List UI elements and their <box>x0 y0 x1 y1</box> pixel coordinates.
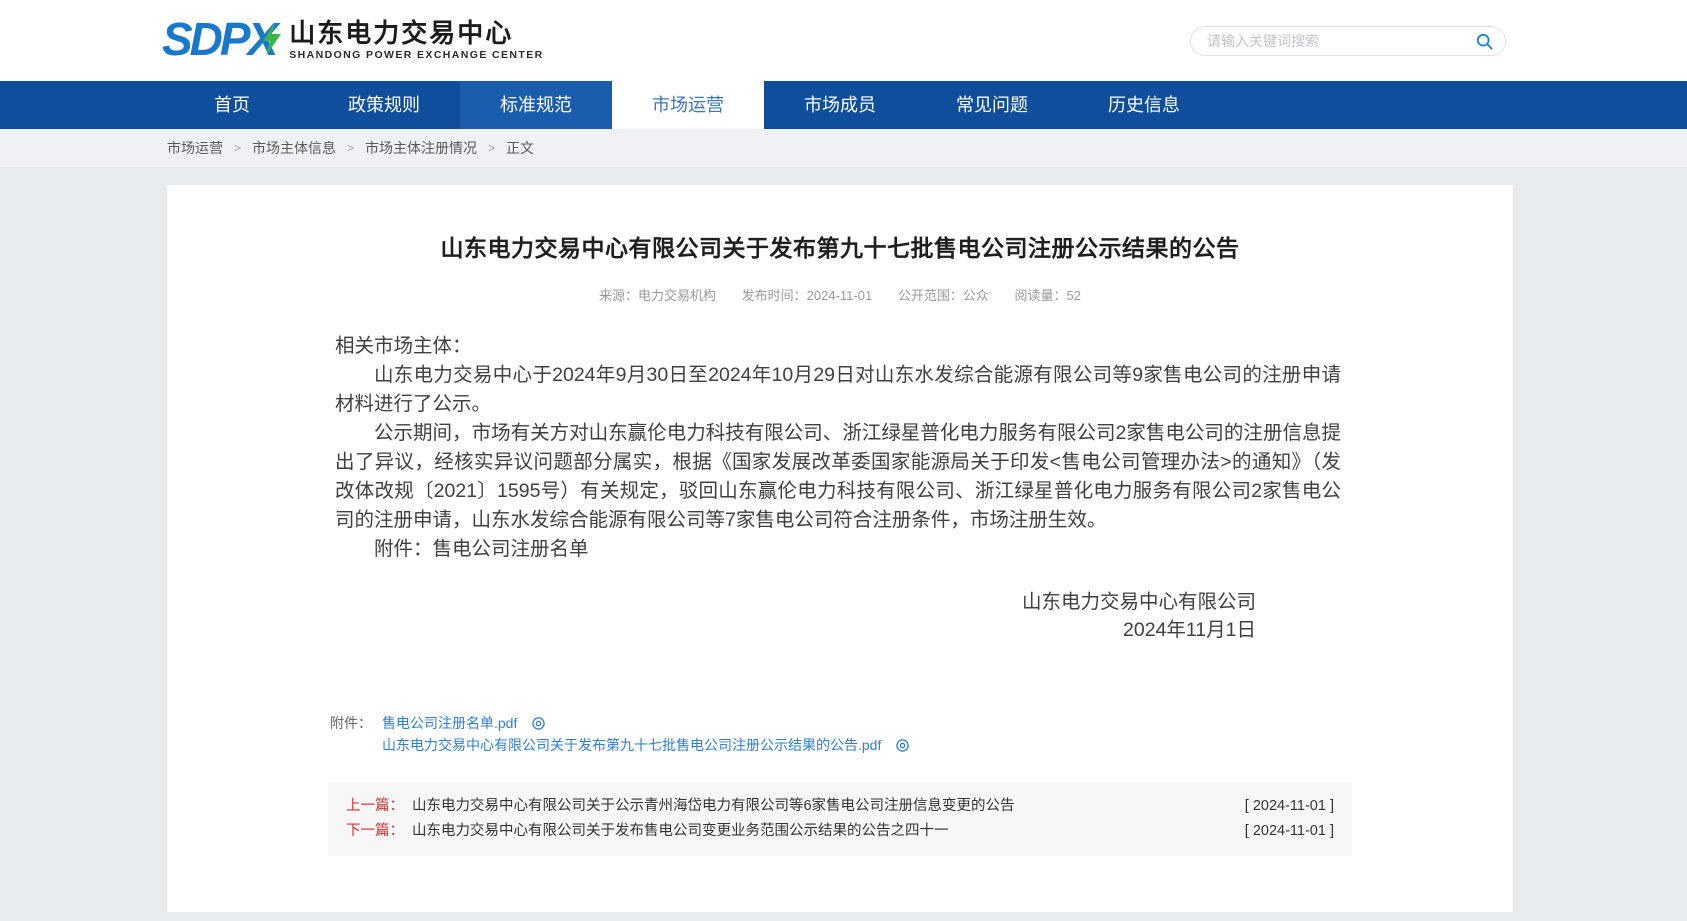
logo-name-en: SHANDONG POWER EXCHANGE CENTER <box>289 48 543 62</box>
breadcrumb-registration-status[interactable]: 市场主体注册情况 <box>365 138 477 158</box>
main-nav: 首页 政策规则 标准规范 市场运营 市场成员 常见问题 历史信息 <box>0 81 1687 129</box>
article-body: 相关市场主体： 山东电力交易中心于2024年9月30日至2024年10月29日对… <box>335 332 1341 564</box>
article-meta: 来源：电力交易机构 发布时间：2024-11-01 公开范围：公众 阅读量：52 <box>167 285 1513 304</box>
meta-publish-time: 发布时间：2024-11-01 <box>742 288 873 303</box>
nav-item-market-operation[interactable]: 市场运营 <box>612 81 764 129</box>
signature-company: 山东电力交易中心有限公司 <box>335 588 1341 616</box>
nav-item-faq[interactable]: 常见问题 <box>916 81 1068 129</box>
article-card: 山东电力交易中心有限公司关于发布第九十七批售电公司注册公示结果的公告 来源：电力… <box>167 185 1513 912</box>
paragraph: 公示期间，市场有关方对山东赢伦电力科技有限公司、浙江绿星普化电力服务有限公司2家… <box>335 419 1341 535</box>
breadcrumb: 市场运营 > 市场主体信息 > 市场主体注册情况 > 正文 <box>0 129 1687 167</box>
breadcrumb-separator: > <box>488 141 495 155</box>
pager-prev-date: [ 2024-11-01 ] <box>1245 794 1334 819</box>
breadcrumb-separator: > <box>347 141 354 155</box>
pager-prev-row: 上一篇： 山东电力交易中心有限公司关于公示青州海岱电力有限公司等6家售电公司注册… <box>346 794 1334 819</box>
attachment-row: 售电公司注册名单.pdf <box>382 712 910 734</box>
attachments-label: 附件： <box>330 712 372 756</box>
search-button[interactable] <box>1472 33 1505 50</box>
paragraph-attachment-note: 附件：售电公司注册名单 <box>335 535 1341 564</box>
breadcrumb-market-subject-info[interactable]: 市场主体信息 <box>252 138 336 158</box>
nav-item-policy-rules[interactable]: 政策规则 <box>308 81 460 129</box>
nav-item-history[interactable]: 历史信息 <box>1068 81 1220 129</box>
meta-read-count: 阅读量：52 <box>1014 288 1080 303</box>
nav-item-home[interactable]: 首页 <box>156 81 308 129</box>
search-input[interactable] <box>1191 33 1472 49</box>
lightning-bolt-icon <box>261 22 283 56</box>
pager-prev-link[interactable]: 山东电力交易中心有限公司关于公示青州海岱电力有限公司等6家售电公司注册信息变更的… <box>412 794 1015 819</box>
attachments-section: 附件： 售电公司注册名单.pdf 山东电力交易中心有限公司关于发布第九十七批售电… <box>330 712 1341 756</box>
breadcrumb-separator: > <box>234 141 241 155</box>
paragraph: 相关市场主体： <box>335 332 1341 361</box>
paragraph: 山东电力交易中心于2024年9月30日至2024年10月29日对山东水发综合能源… <box>335 361 1341 419</box>
prev-next-pager: 上一篇： 山东电力交易中心有限公司关于公示青州海岱电力有限公司等6家售电公司注册… <box>328 782 1352 856</box>
pager-next-date: [ 2024-11-01 ] <box>1245 819 1334 844</box>
attachment-link-register-list-pdf[interactable]: 售电公司注册名单.pdf <box>382 712 517 734</box>
pager-prev-label: 上一篇： <box>346 794 404 819</box>
breadcrumb-market-operation[interactable]: 市场运营 <box>167 138 223 158</box>
logo-name-cn: 山东电力交易中心 <box>289 18 543 48</box>
preview-eye-icon[interactable] <box>531 717 546 730</box>
search-box <box>1190 26 1506 56</box>
nav-item-market-members[interactable]: 市场成员 <box>764 81 916 129</box>
attachment-link-announcement-pdf[interactable]: 山东电力交易中心有限公司关于发布第九十七批售电公司注册公示结果的公告.pdf <box>382 734 881 756</box>
pager-next-label: 下一篇： <box>346 819 404 844</box>
nav-item-standards[interactable]: 标准规范 <box>460 81 612 129</box>
meta-scope: 公开范围：公众 <box>898 288 989 303</box>
preview-eye-icon[interactable] <box>895 739 910 752</box>
pager-next-link[interactable]: 山东电力交易中心有限公司关于发布售电公司变更业务范围公示结果的公告之四十一 <box>412 819 949 844</box>
meta-source: 来源：电力交易机构 <box>599 288 716 303</box>
attachment-row: 山东电力交易中心有限公司关于发布第九十七批售电公司注册公示结果的公告.pdf <box>382 734 910 756</box>
breadcrumb-current-page: 正文 <box>506 138 534 158</box>
article-title: 山东电力交易中心有限公司关于发布第九十七批售电公司注册公示结果的公告 <box>167 229 1513 263</box>
page-body: 山东电力交易中心有限公司关于发布第九十七批售电公司注册公示结果的公告 来源：电力… <box>0 167 1687 921</box>
pager-next-row: 下一篇： 山东电力交易中心有限公司关于发布售电公司变更业务范围公示结果的公告之四… <box>346 819 1334 844</box>
site-logo[interactable]: SDPX 山东电力交易中心 SHANDONG POWER EXCHANGE CE… <box>162 14 544 64</box>
article-signature: 山东电力交易中心有限公司 2024年11月1日 <box>335 588 1341 644</box>
logo-acronym: SDPX <box>162 14 275 64</box>
logo-text: 山东电力交易中心 SHANDONG POWER EXCHANGE CENTER <box>289 16 543 62</box>
site-header: SDPX 山东电力交易中心 SHANDONG POWER EXCHANGE CE… <box>0 0 1687 81</box>
signature-date: 2024年11月1日 <box>335 616 1341 644</box>
search-icon <box>1476 33 1493 50</box>
